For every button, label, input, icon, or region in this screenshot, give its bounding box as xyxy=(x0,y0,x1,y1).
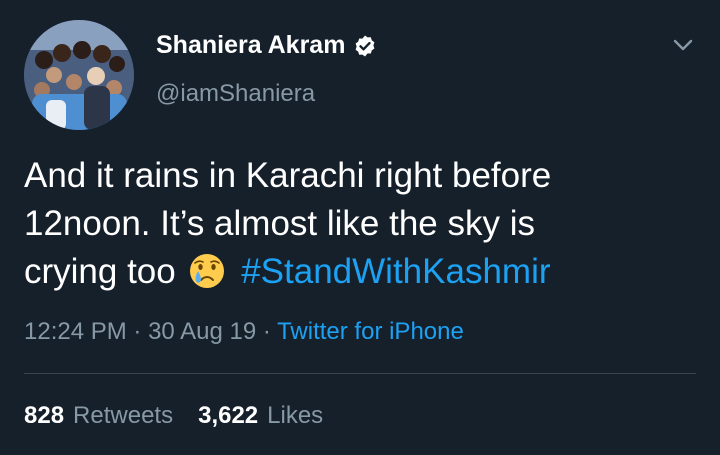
meta-separator: · xyxy=(126,318,149,345)
tweet-line-3: crying too #StandWithKashmir xyxy=(24,248,684,296)
tweet-meta: 12:24 PM · 30 Aug 19 · Twitter for iPhon… xyxy=(24,318,464,346)
likes-count: 3,622 xyxy=(198,402,259,429)
crying-face-emoji xyxy=(190,254,225,288)
divider xyxy=(24,373,696,374)
tweet-time: 12:24 PM xyxy=(24,318,127,345)
chevron-down-icon[interactable] xyxy=(672,34,694,56)
display-name-text: Shaniera Akram xyxy=(156,31,346,59)
tweet-stats: 828 Retweets 3,622 Likes xyxy=(24,402,323,430)
tweet-line-3-text: crying too xyxy=(24,252,176,291)
retweets-count: 828 xyxy=(24,402,65,429)
retweets-stat[interactable]: 828 Retweets xyxy=(24,402,173,430)
tweet-text: And it rains in Karachi right before 12n… xyxy=(24,152,684,296)
retweets-label: Retweets xyxy=(73,402,174,429)
profile-photo xyxy=(24,20,134,130)
hashtag-link[interactable]: #StandWithKashmir xyxy=(241,252,550,291)
likes-stat[interactable]: 3,622 Likes xyxy=(198,402,323,430)
tweet-line-1: And it rains in Karachi right before xyxy=(24,156,552,195)
avatar[interactable] xyxy=(24,20,134,130)
meta-separator: · xyxy=(256,318,278,345)
tweet-source-link[interactable]: Twitter for iPhone xyxy=(277,318,464,345)
tweet-line-2: 12noon. It’s almost like the sky is xyxy=(24,204,535,243)
tweet-date: 30 Aug 19 xyxy=(148,318,257,345)
display-name[interactable]: Shaniera Akram xyxy=(156,31,377,60)
likes-label: Likes xyxy=(267,402,324,429)
verified-badge-icon xyxy=(356,35,375,56)
user-handle[interactable]: @iamShaniera xyxy=(156,80,315,108)
